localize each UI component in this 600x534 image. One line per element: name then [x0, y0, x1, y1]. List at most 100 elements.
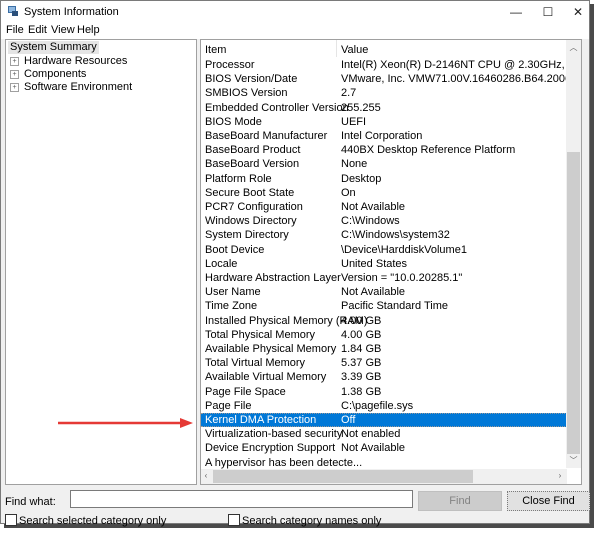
table-row[interactable]: A hypervisor has been detecte...: [201, 456, 579, 470]
row-value: C:\Windows: [341, 215, 400, 228]
row-item: Secure Boot State: [205, 186, 295, 199]
row-item: BIOS Mode: [205, 115, 262, 128]
find-what-label: Find what:: [5, 496, 56, 508]
row-item: Page File Space: [205, 385, 286, 398]
checkbox-unchecked-icon[interactable]: [5, 514, 17, 526]
expand-icon[interactable]: +: [10, 57, 19, 66]
table-row[interactable]: User Name Not Available: [201, 285, 579, 299]
table-row[interactable]: Available Physical Memory 1.84 GB: [201, 342, 579, 356]
row-value: Not enabled: [341, 428, 401, 441]
table-row[interactable]: System Directory C:\Windows\system32: [201, 228, 579, 242]
table-row[interactable]: Installed Physical Memory (RAM) 4.00 GB: [201, 314, 579, 328]
row-value: Off: [341, 414, 356, 426]
column-header-item[interactable]: Item: [205, 44, 226, 56]
expand-icon[interactable]: +: [10, 70, 19, 79]
row-value: 2.7: [341, 87, 357, 100]
search-selected-category-checkbox[interactable]: Search selected category only: [5, 514, 166, 527]
menu-bar: File Edit View Help: [1, 23, 589, 39]
scroll-down-icon[interactable]: ﹀: [566, 455, 581, 466]
row-value: C:\pagefile.sys: [341, 399, 414, 412]
close-find-button[interactable]: Close Find: [507, 491, 590, 511]
table-row[interactable]: Secure Boot State On: [201, 186, 579, 200]
menu-file[interactable]: File: [6, 24, 24, 36]
row-value: 1.38 GB: [341, 385, 382, 398]
tree-item-hardware-resources[interactable]: + Hardware Resources: [10, 55, 127, 68]
menu-edit[interactable]: Edit: [28, 24, 47, 36]
row-item: Total Virtual Memory: [205, 357, 306, 370]
row-value: 1.84 GB: [341, 343, 382, 355]
row-value: On: [341, 186, 356, 199]
details-list: Item Value Processor Intel(R) Xeon(R) D-2…: [200, 39, 582, 485]
row-item: BaseBoard Product: [205, 144, 301, 157]
maximize-button[interactable]: ☐: [533, 1, 563, 23]
row-item: Virtualization-based security: [205, 428, 343, 441]
vertical-scroll-thumb[interactable]: [567, 152, 580, 454]
table-row[interactable]: Embedded Controller Version 255.255: [201, 101, 579, 115]
table-row[interactable]: Locale United States: [201, 257, 579, 271]
table-row[interactable]: Boot Device \Device\HarddiskVolume1: [201, 243, 579, 257]
scroll-left-icon[interactable]: ‹: [201, 471, 211, 480]
table-row[interactable]: Page File Space 1.38 GB: [201, 385, 579, 399]
row-value: Intel(R) Xeon(R) D-2146NT CPU @ 2.30GHz,…: [341, 59, 581, 71]
menu-view[interactable]: View: [51, 24, 75, 36]
row-item: Locale: [205, 257, 238, 270]
search-category-names-checkbox[interactable]: Search category names only: [228, 514, 381, 527]
table-row[interactable]: PCR7 Configuration Not Available: [201, 200, 579, 214]
tree-item-components[interactable]: + Components: [10, 68, 86, 81]
table-row[interactable]: BaseBoard Manufacturer Intel Corporation: [201, 129, 579, 143]
table-row[interactable]: Available Virtual Memory 3.39 GB: [201, 370, 579, 384]
row-item: Boot Device: [205, 243, 265, 256]
table-row[interactable]: BIOS Mode UEFI: [201, 115, 579, 129]
window-title: System Information: [24, 6, 119, 18]
table-row[interactable]: Platform Role Desktop: [201, 172, 579, 186]
horizontal-scrollbar[interactable]: ‹ ›: [201, 469, 567, 484]
table-row[interactable]: Processor Intel(R) Xeon(R) D-2146NT CPU @…: [201, 58, 581, 72]
row-item: PCR7 Configuration: [205, 201, 303, 213]
table-row[interactable]: Page File C:\pagefile.sys: [201, 399, 579, 413]
scroll-right-icon[interactable]: ›: [555, 471, 565, 480]
row-value: United States: [341, 257, 408, 270]
row-item: Page File: [205, 399, 252, 412]
table-row[interactable]: Virtualization-based security Not enabled: [201, 427, 579, 441]
tree-item-software-environment[interactable]: + Software Environment: [10, 81, 132, 94]
table-row[interactable]: Total Physical Memory 4.00 GB: [201, 328, 579, 342]
system-information-app-icon: [8, 6, 18, 16]
expand-icon[interactable]: +: [10, 83, 19, 92]
scroll-up-icon[interactable]: ︿: [566, 42, 581, 53]
table-row[interactable]: Windows Directory C:\Windows: [201, 214, 579, 228]
horizontal-scroll-thumb[interactable]: [213, 470, 473, 483]
table-row[interactable]: BIOS Version/Date VMware, Inc. VMW71.00V.…: [201, 72, 581, 86]
row-item: SMBIOS Version: [205, 87, 288, 100]
row-item: Platform Role: [205, 172, 272, 185]
table-row[interactable]: Kernel DMA Protection Off: [201, 413, 579, 428]
table-row[interactable]: Device Encryption Support Not Available: [201, 441, 579, 455]
row-value: 4.00 GB: [341, 328, 382, 341]
column-header-value[interactable]: Value: [341, 44, 368, 56]
find-what-input[interactable]: [70, 490, 413, 508]
table-row[interactable]: Total Virtual Memory 5.37 GB: [201, 356, 579, 370]
row-value: \Device\HarddiskVolume1: [341, 243, 467, 256]
row-value: 3.39 GB: [341, 371, 382, 384]
table-row[interactable]: BaseBoard Product 440BX Desktop Reference…: [201, 143, 579, 157]
vertical-scrollbar[interactable]: ︿ ﹀: [566, 40, 581, 468]
close-button[interactable]: ✕: [563, 1, 593, 23]
row-item: Time Zone: [205, 300, 258, 313]
row-value: Not Available: [341, 286, 406, 299]
tree-item-system-summary[interactable]: System Summary: [8, 41, 99, 54]
row-item: Windows Directory: [205, 215, 297, 228]
find-button[interactable]: Find: [418, 491, 502, 511]
table-row[interactable]: Time Zone Pacific Standard Time: [201, 299, 579, 313]
row-value: Intel Corporation: [341, 130, 423, 142]
table-row[interactable]: SMBIOS Version 2.7: [201, 86, 579, 100]
row-item: Kernel DMA Protection: [205, 414, 317, 426]
row-item: Device Encryption Support: [205, 442, 336, 455]
table-row[interactable]: Hardware Abstraction Layer Version = "10.…: [201, 271, 579, 285]
column-divider[interactable]: [336, 40, 337, 57]
menu-help[interactable]: Help: [77, 24, 100, 36]
list-header: Item Value: [201, 40, 567, 57]
minimize-button[interactable]: —: [501, 1, 531, 23]
checkbox-unchecked-icon[interactable]: [228, 514, 240, 526]
annotation-arrow-icon: [58, 418, 193, 428]
table-row[interactable]: BaseBoard Version None: [201, 157, 579, 171]
row-item: A hypervisor has been detecte...: [205, 456, 363, 469]
